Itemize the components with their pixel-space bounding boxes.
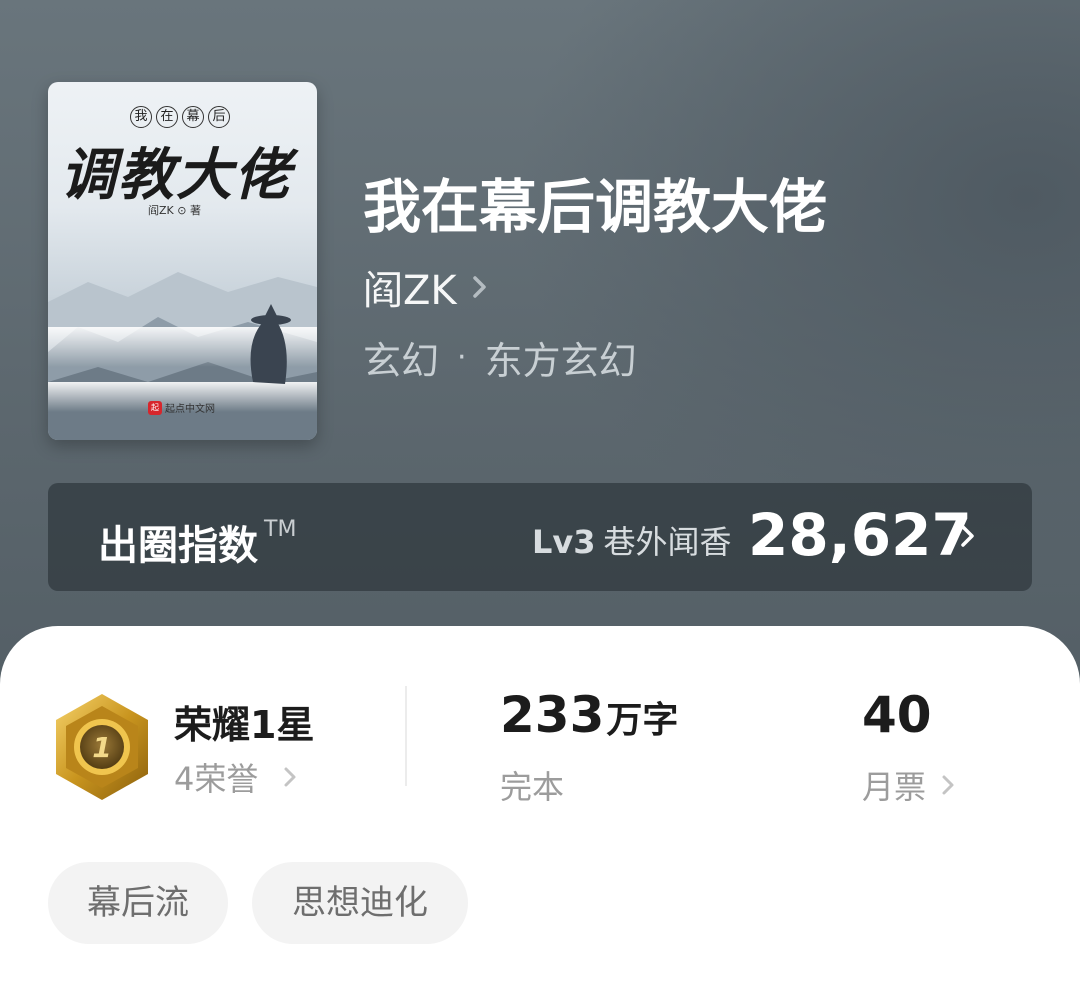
- chevron-right-icon: [942, 775, 954, 795]
- genre-separator: ·: [457, 340, 467, 375]
- honor-count-link[interactable]: 4荣誉: [174, 754, 298, 800]
- honor-title: 荣耀1星: [174, 703, 315, 747]
- index-label-text: 出圈指数: [98, 523, 258, 569]
- chevron-right-icon: [284, 767, 296, 787]
- monthly-tickets-link[interactable]: 月票: [862, 762, 956, 808]
- cover-small-title: 我 在 幕 后: [130, 106, 230, 128]
- chevron-right-icon: [472, 276, 486, 298]
- cover-big-title: 调教大佬: [60, 142, 292, 208]
- popularity-index-bar[interactable]: 出圈指数 TM Lv3 巷外闻香 28,627: [48, 483, 1032, 591]
- cover-char: 我: [130, 106, 152, 128]
- honor-badge-icon[interactable]: 1: [52, 692, 152, 802]
- level-code: Lv3: [532, 523, 596, 561]
- word-count-unit: 万字: [606, 700, 679, 741]
- index-label: 出圈指数 TM: [98, 513, 296, 571]
- monthly-tickets-count: 40: [862, 686, 932, 744]
- index-score: 28,627: [748, 501, 972, 569]
- level-name: 巷外闻香: [603, 523, 732, 561]
- trademark-mark: TM: [264, 517, 297, 542]
- book-cover[interactable]: 我 在 幕 后 调教大佬 阎ZK ⊙ 著 起 起点中文网: [48, 82, 317, 440]
- honor-count: 4荣誉: [174, 760, 259, 798]
- word-count: 233万字: [500, 686, 678, 744]
- genre-main: 玄幻: [363, 339, 440, 383]
- chevron-right-icon: [961, 525, 974, 547]
- publisher-logo: 起: [148, 400, 162, 415]
- publisher-name: 起点中文网: [165, 404, 215, 415]
- cover-char: 后: [208, 106, 230, 128]
- monthly-tickets-label: 月票: [862, 768, 927, 806]
- tag-chip[interactable]: 幕后流: [48, 862, 228, 944]
- cover-char: 幕: [182, 106, 204, 128]
- cover-author: 阎ZK ⊙ 著: [148, 204, 201, 217]
- stats-divider: [405, 686, 407, 786]
- book-title: 我在幕后调教大佬: [363, 173, 828, 241]
- cover-publisher: 起 起点中文网: [148, 400, 215, 415]
- book-header: 我 在 幕 后 调教大佬 阎ZK ⊙ 著 起 起点中文网 我在幕后调教大佬 阎Z…: [0, 0, 1080, 650]
- book-stats-card: 1 荣耀1星 4荣誉 233万字 完本 40 月票 幕后流 思想迪化: [0, 626, 1080, 990]
- author-link[interactable]: 阎ZK: [363, 258, 491, 316]
- word-count-number: 233: [500, 686, 605, 744]
- genre-sub: 东方玄幻: [484, 339, 637, 383]
- cover-char: 在: [156, 106, 178, 128]
- genre-row: 玄幻 · 东方玄幻: [363, 330, 637, 385]
- tag-chip[interactable]: 思想迪化: [252, 862, 468, 944]
- completion-status: 完本: [500, 768, 565, 806]
- index-level: Lv3 巷外闻香: [532, 517, 732, 563]
- author-name: 阎ZK: [363, 268, 457, 314]
- badge-number: 1: [92, 731, 111, 764]
